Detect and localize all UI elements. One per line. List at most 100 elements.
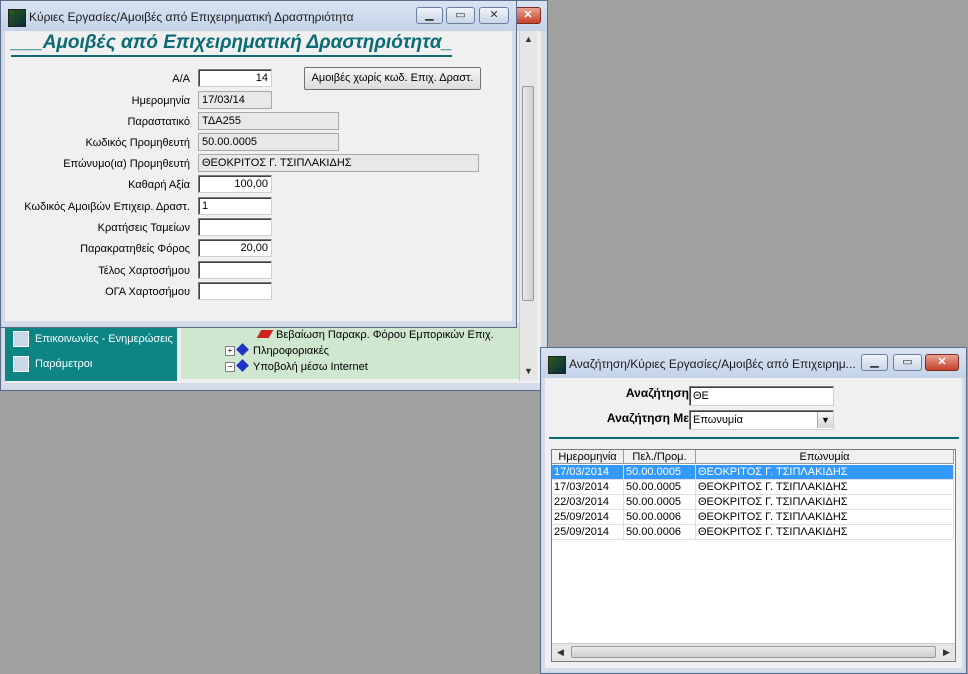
background-close-button[interactable]: ✕ bbox=[515, 7, 541, 24]
maximize-button[interactable]: ▭ bbox=[446, 7, 475, 24]
cell-date: 22/03/2014 bbox=[552, 495, 624, 510]
column-header-name[interactable]: Επωνυμία bbox=[696, 450, 954, 464]
separator-line bbox=[549, 437, 959, 439]
cell-code: 50.00.0005 bbox=[624, 465, 696, 480]
collapse-icon[interactable]: − bbox=[225, 362, 235, 373]
aa-field[interactable]: 14 bbox=[198, 69, 272, 87]
no-code-fees-button[interactable]: Αμοιβές χωρίς κωδ. Επιχ. Δραστ. bbox=[304, 67, 481, 90]
oga-stamp-field[interactable] bbox=[198, 282, 272, 300]
search-titlebar: Αναζήτηση/Κύριες Εργασίες/Αμοιβές από Επ… bbox=[541, 348, 966, 378]
cell-name: ΘΕΟΚΡΙΤΟΣ Γ. ΤΣΙΠΛΑΚΙΔΗΣ bbox=[696, 465, 954, 480]
scroll-left-icon[interactable]: ◀ bbox=[552, 644, 569, 661]
results-grid[interactable]: Ημερομηνία Πελ./Προμ. Επωνυμία 17/03/201… bbox=[551, 449, 956, 662]
stamp-duty-label: Τέλος Χαρτοσήμου bbox=[98, 265, 190, 277]
supplier-code-field[interactable]: 50.00.0005 bbox=[198, 133, 339, 151]
tree-item-info[interactable]: + Πληροφοριακές bbox=[225, 343, 329, 359]
fee-code-label: Κωδικός Αμοιβών Επιχειρ. Δραστ. bbox=[24, 201, 190, 213]
scroll-thumb[interactable] bbox=[522, 86, 534, 301]
net-value-field[interactable]: 100,00 bbox=[198, 175, 272, 193]
tree-item-label: Υποβολή μέσω Internet bbox=[253, 361, 368, 373]
cell-code: 50.00.0005 bbox=[624, 480, 696, 495]
expand-icon[interactable]: + bbox=[225, 346, 235, 357]
cell-code: 50.00.0006 bbox=[624, 525, 696, 540]
diamond-icon bbox=[236, 359, 249, 372]
heading-suffix: _ bbox=[441, 32, 453, 53]
cell-name: ΘΕΟΚΡΙΤΟΣ Γ. ΤΣΙΠΛΑΚΙΔΗΣ bbox=[696, 510, 954, 525]
background-scrollbar[interactable]: ▲ ▼ bbox=[519, 31, 537, 381]
close-button[interactable]: ✕ bbox=[479, 7, 509, 24]
cell-name: ΘΕΟΚΡΙΤΟΣ Γ. ΤΣΙΠΛΑΚΙΔΗΣ bbox=[696, 525, 954, 540]
tree-panel: Βεβαίωση Παρακρ. Φόρου Εμπορικών Επιχ. +… bbox=[181, 323, 519, 379]
search-client: Αναζήτηση ΘΕ Αναζήτηση Με Επωνυμία ▼ Ημε… bbox=[545, 378, 962, 668]
scroll-down-icon[interactable]: ▼ bbox=[520, 363, 537, 380]
minimize-button[interactable]: ▁ bbox=[416, 7, 443, 24]
pencil-icon bbox=[256, 330, 274, 338]
table-row[interactable]: 25/09/2014 50.00.0006 ΘΕΟΚΡΙΤΟΣ Γ. ΤΣΙΠΛΑΚ… bbox=[552, 510, 954, 525]
document-label: Παραστατικό bbox=[127, 116, 190, 128]
oga-stamp-label: ΟΓΑ Χαρτοσήμου bbox=[105, 286, 190, 298]
cell-code: 50.00.0005 bbox=[624, 495, 696, 510]
fee-code-field[interactable]: 1 bbox=[198, 197, 272, 215]
search-by-select[interactable]: Επωνυμία bbox=[689, 410, 834, 430]
nav-item-communications[interactable]: Επικοινωνίες - Ενημερώσεις bbox=[13, 329, 173, 349]
app-icon bbox=[548, 356, 566, 374]
tree-item-label: Βεβαίωση Παρακρ. Φόρου Εμπορικών Επιχ. bbox=[276, 329, 494, 341]
supplier-code-label: Κωδικός Προμηθευτή bbox=[85, 137, 190, 149]
table-row[interactable]: 17/03/2014 50.00.0005 ΘΕΟΚΡΙΤΟΣ Γ. ΤΣΙΠΛΑΚ… bbox=[552, 465, 954, 480]
nav-panel: Επικοινωνίες - Ενημερώσεις Παράμετροι bbox=[5, 323, 177, 381]
search-input[interactable]: ΘΕ bbox=[689, 386, 834, 406]
main-form-window: Κύριες Εργασίες/Αμοιβές από Επιχειρηματι… bbox=[0, 0, 517, 328]
column-header-code[interactable]: Πελ./Προμ. bbox=[624, 450, 696, 464]
tree-item-internet[interactable]: − Υποβολή μέσω Internet bbox=[225, 359, 368, 375]
aa-label: Α/Α bbox=[172, 73, 190, 85]
column-header-date[interactable]: Ημερομηνία bbox=[552, 450, 624, 464]
scroll-thumb[interactable] bbox=[571, 646, 936, 658]
search-by-label: Αναζήτηση Με bbox=[606, 411, 689, 425]
cell-date: 17/03/2014 bbox=[552, 480, 624, 495]
fund-deductions-field[interactable] bbox=[198, 218, 272, 236]
net-value-label: Καθαρή Αξία bbox=[128, 179, 190, 191]
main-titlebar: Κύριες Εργασίες/Αμοιβές από Επιχειρηματι… bbox=[1, 1, 516, 31]
table-row[interactable]: 22/03/2014 50.00.0005 ΘΕΟΚΡΙΤΟΣ Γ. ΤΣΙΠΛΑΚ… bbox=[552, 495, 954, 510]
cell-name: ΘΕΟΚΡΙΤΟΣ Γ. ΤΣΙΠΛΑΚΙΔΗΣ bbox=[696, 480, 954, 495]
document-field[interactable]: ΤΔΑ255 bbox=[198, 112, 339, 130]
supplier-name-label: Επώνυμο(ια) Προμηθευτή bbox=[63, 158, 190, 170]
close-button[interactable]: ✕ bbox=[925, 354, 959, 371]
supplier-name-field[interactable]: ΘΕΟΚΡΙΤΟΣ Γ. ΤΣΙΠΛΑΚΙΔΗΣ bbox=[198, 154, 479, 172]
search-window-title: Αναζήτηση/Κύριες Εργασίες/Αμοιβές από Επ… bbox=[569, 357, 856, 371]
tree-item-label: Πληροφοριακές bbox=[253, 345, 329, 357]
heading-text: Αμοιβές από Επιχειρηματική Δραστηριότητα bbox=[42, 32, 442, 53]
scroll-up-icon[interactable]: ▲ bbox=[520, 31, 537, 48]
table-row[interactable]: 17/03/2014 50.00.0005 ΘΕΟΚΡΙΤΟΣ Γ. ΤΣΙΠΛΑΚ… bbox=[552, 480, 954, 495]
cell-date: 25/09/2014 bbox=[552, 510, 624, 525]
stamp-duty-field[interactable] bbox=[198, 261, 272, 279]
maximize-button[interactable]: ▭ bbox=[893, 354, 922, 371]
cell-code: 50.00.0006 bbox=[624, 510, 696, 525]
search-label: Αναζήτηση bbox=[625, 386, 689, 400]
search-by-value: Επωνυμία bbox=[693, 414, 744, 426]
tree-item-certificate[interactable]: Βεβαίωση Παρακρ. Φόρου Εμπορικών Επιχ. bbox=[256, 327, 494, 343]
date-label: Ημερομηνία bbox=[131, 95, 190, 107]
communications-icon bbox=[13, 331, 29, 348]
main-form: ___Αμοιβές από Επιχειρηματική Δραστηριότ… bbox=[5, 31, 512, 321]
withheld-tax-label: Παρακρατηθείς Φόρος bbox=[80, 243, 190, 255]
main-window-title: Κύριες Εργασίες/Αμοιβές από Επιχειρηματι… bbox=[29, 10, 354, 24]
page-title: ___Αμοιβές από Επιχειρηματική Δραστηριότ… bbox=[11, 31, 453, 57]
cell-date: 25/09/2014 bbox=[552, 525, 624, 540]
scroll-right-icon[interactable]: ▶ bbox=[938, 644, 955, 661]
cell-name: ΘΕΟΚΡΙΤΟΣ Γ. ΤΣΙΠΛΑΚΙΔΗΣ bbox=[696, 495, 954, 510]
nav-item-label: Επικοινωνίες - Ενημερώσεις bbox=[35, 333, 173, 345]
date-field[interactable]: 17/03/14 bbox=[198, 91, 272, 109]
nav-item-label: Παράμετροι bbox=[35, 358, 93, 370]
withheld-tax-field[interactable]: 20,00 bbox=[198, 239, 272, 257]
minimize-button[interactable]: ▁ bbox=[861, 354, 888, 371]
horizontal-scrollbar[interactable]: ◀ ▶ bbox=[552, 643, 955, 661]
nav-item-parameters[interactable]: Παράμετροι bbox=[13, 354, 92, 374]
chevron-down-icon[interactable]: ▼ bbox=[817, 412, 833, 428]
fund-deductions-label: Κρατήσεις Ταμείων bbox=[97, 222, 190, 234]
search-window: Αναζήτηση/Κύριες Εργασίες/Αμοιβές από Επ… bbox=[540, 347, 967, 674]
heading-prefix: ___ bbox=[11, 32, 43, 53]
diamond-icon bbox=[236, 343, 249, 356]
table-row[interactable]: 25/09/2014 50.00.0006 ΘΕΟΚΡΙΤΟΣ Γ. ΤΣΙΠΛΑΚ… bbox=[552, 525, 954, 540]
cell-date: 17/03/2014 bbox=[552, 465, 624, 480]
